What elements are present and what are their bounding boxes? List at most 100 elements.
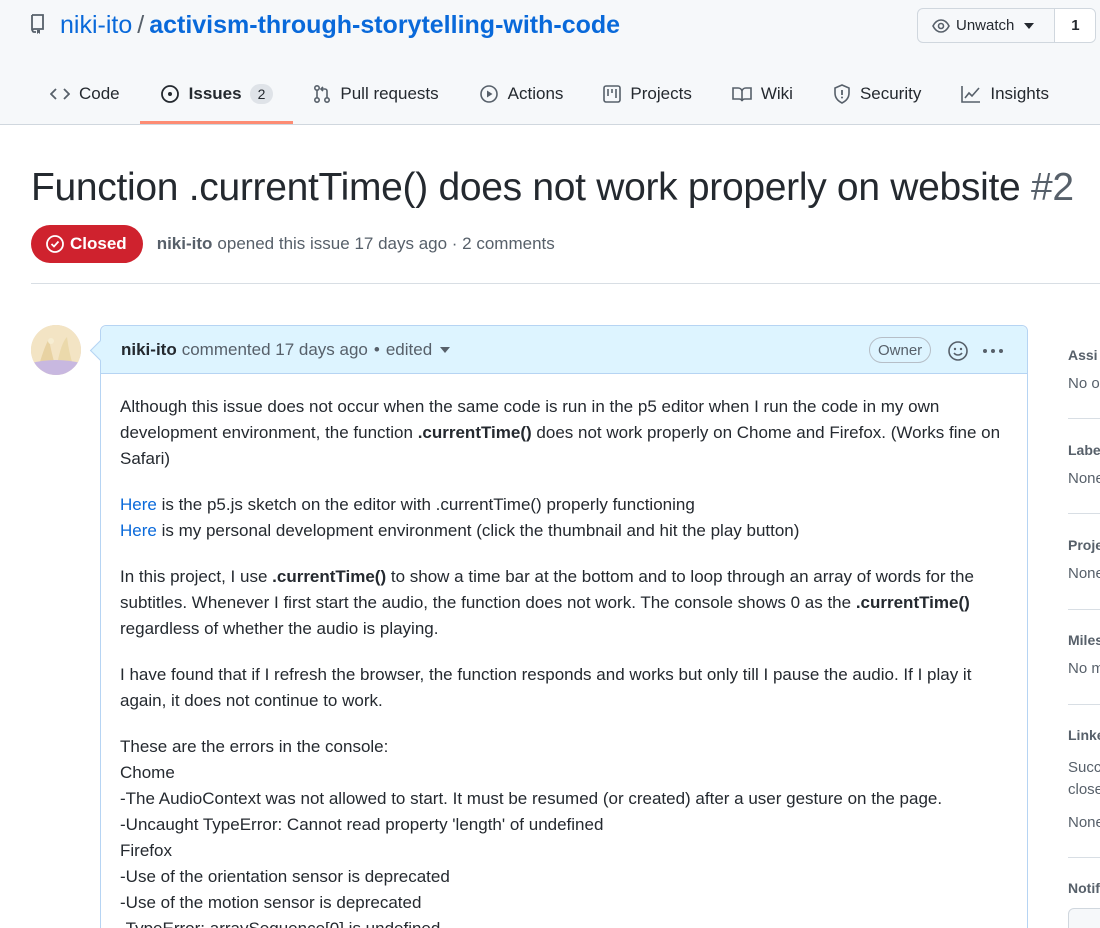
sidebar-milestone-title[interactable]: Miles	[1068, 632, 1100, 648]
code-reference: .currentTime()	[855, 593, 970, 612]
avatar[interactable]	[31, 325, 81, 375]
issue-title: Function .currentTime() does not work pr…	[31, 166, 1074, 210]
caret-down-icon	[440, 346, 451, 353]
tab-issues-label: Issues	[188, 84, 242, 103]
tab-insights[interactable]: Insights	[941, 65, 1069, 123]
issue-closed-icon	[46, 235, 64, 253]
header-divider	[31, 283, 1100, 284]
text: -Use of the motion sensor is deprecated	[120, 893, 422, 912]
text: -TypeError: arraySequence[0] is undefine…	[120, 919, 440, 928]
sidebar-labels-title[interactable]: Labe	[1068, 442, 1100, 458]
editor-sketch-link[interactable]: Here	[120, 495, 157, 514]
book-icon	[732, 87, 752, 102]
issues-counter: 2	[249, 84, 274, 104]
comment-timestamp: commented 17 days ago	[181, 339, 368, 359]
issue-state-label: Closed	[70, 234, 127, 253]
unwatch-button[interactable]: Unwatch	[918, 9, 1056, 42]
tab-issues[interactable]: Issues 2	[139, 65, 294, 124]
sidebar-divider	[1068, 513, 1100, 514]
tab-code-label: Code	[79, 84, 120, 103]
text: is my personal development environment (…	[156, 521, 800, 540]
sidebar-linked-value: Succ close	[1068, 757, 1100, 801]
text: These are the errors in the console:	[120, 737, 389, 756]
sidebar-assignees: Assi No o	[1068, 347, 1100, 392]
tab-insights-label: Insights	[990, 84, 1049, 103]
text: Firefox	[120, 841, 172, 860]
tab-wiki-label: Wiki	[760, 84, 793, 103]
play-icon	[479, 85, 498, 103]
caret-down-icon	[1024, 22, 1035, 29]
repo-separator: /	[137, 10, 145, 39]
comment-options-button[interactable]	[981, 339, 1005, 363]
git-pull-request-icon	[314, 84, 331, 104]
sidebar-notifications: Notif	[1068, 880, 1100, 896]
repo-icon	[30, 14, 48, 36]
repo-tabs: Code Issues 2 Pull requests Actions Proj…	[30, 65, 1069, 125]
tab-actions[interactable]: Actions	[459, 65, 584, 123]
text: is the p5.js sketch on the editor with .…	[156, 495, 695, 514]
sidebar-projects-title[interactable]: Proje	[1068, 537, 1100, 553]
avatar-image	[31, 325, 81, 375]
edited-dropdown[interactable]: edited	[385, 339, 451, 360]
comment-paragraph: Although this issue does not occur when …	[120, 394, 1008, 472]
code-reference: .currentTime()	[272, 567, 387, 586]
smiley-icon	[948, 341, 968, 361]
graph-icon	[961, 86, 981, 103]
shield-icon	[834, 84, 850, 104]
dev-environment-link[interactable]: Here	[120, 521, 157, 540]
sidebar-assignees-title[interactable]: Assi	[1068, 347, 1100, 363]
eye-icon	[932, 18, 950, 33]
tab-projects-label: Projects	[630, 84, 692, 103]
text: In this project, I use	[120, 567, 273, 586]
kebab-horizontal-icon	[983, 349, 1003, 353]
comment-body: Although this issue does not occur when …	[101, 374, 1027, 928]
issue-number: #2	[1030, 166, 1074, 209]
sidebar-divider	[1068, 857, 1100, 858]
add-reaction-button[interactable]	[946, 339, 970, 363]
sidebar-projects-value: None	[1068, 565, 1100, 582]
tab-wiki[interactable]: Wiki	[712, 65, 813, 123]
sidebar-divider	[1068, 609, 1100, 610]
comment-paragraph: These are the errors in the console: Cho…	[120, 734, 1008, 928]
comment-header: niki-ito commented 17 days ago • edited …	[101, 326, 1027, 374]
issue-title-text: Function .currentTime() does not work pr…	[31, 166, 1021, 209]
issue-opened-text: opened this issue 17 days ago · 2 commen…	[217, 234, 555, 253]
text: regardless of whether the audio is playi…	[120, 619, 439, 638]
sidebar-labels-value: None	[1068, 470, 1100, 487]
tab-projects[interactable]: Projects	[583, 65, 711, 123]
comment-paragraph: I have found that if I refresh the brows…	[120, 665, 972, 710]
tab-actions-label: Actions	[507, 84, 564, 103]
comment-separator: •	[373, 339, 380, 359]
subscribe-button[interactable]	[1068, 908, 1100, 928]
sidebar-notifications-title: Notif	[1068, 880, 1100, 896]
unwatch-label: Unwatch	[956, 17, 1015, 34]
watch-count[interactable]: 1	[1055, 9, 1096, 42]
repo-owner-link[interactable]: niki-ito	[60, 11, 132, 40]
comment-paragraph: Here is the p5.js sketch on the editor w…	[120, 492, 1008, 544]
text: close	[1068, 781, 1100, 798]
tab-security[interactable]: Security	[813, 65, 941, 123]
code-reference: .currentTime()	[417, 423, 532, 442]
issue-author-link[interactable]: niki-ito	[157, 234, 213, 254]
project-icon	[603, 85, 622, 103]
repo-title: niki-ito / activism-through-storytelling…	[30, 8, 620, 42]
comment-author-link[interactable]: niki-ito	[121, 340, 177, 360]
text: Chome	[120, 763, 175, 782]
repo-name-link[interactable]: activism-through-storytelling-with-code	[149, 11, 620, 40]
sidebar-labels: Labe None	[1068, 442, 1100, 487]
sidebar-milestone-value: No m	[1068, 660, 1100, 677]
comment-paragraph: In this project, I use .currentTime() to…	[120, 564, 1008, 642]
edited-label: edited	[385, 339, 433, 359]
tab-code[interactable]: Code	[30, 65, 140, 123]
sidebar-linked-title[interactable]: Linke	[1068, 727, 1100, 743]
sidebar-divider	[1068, 704, 1100, 705]
tab-pull-requests[interactable]: Pull requests	[293, 65, 458, 123]
sidebar-projects: Proje None	[1068, 537, 1100, 582]
code-icon	[50, 88, 70, 100]
sidebar-linked: Linke Succ close None	[1068, 727, 1100, 831]
text: -The AudioContext was not allowed to sta…	[120, 789, 943, 808]
issue-state-badge: Closed	[31, 225, 143, 263]
owner-badge: Owner	[869, 337, 932, 363]
text: Succ	[1068, 759, 1100, 776]
watch-button-group: Unwatch 1	[917, 8, 1097, 43]
